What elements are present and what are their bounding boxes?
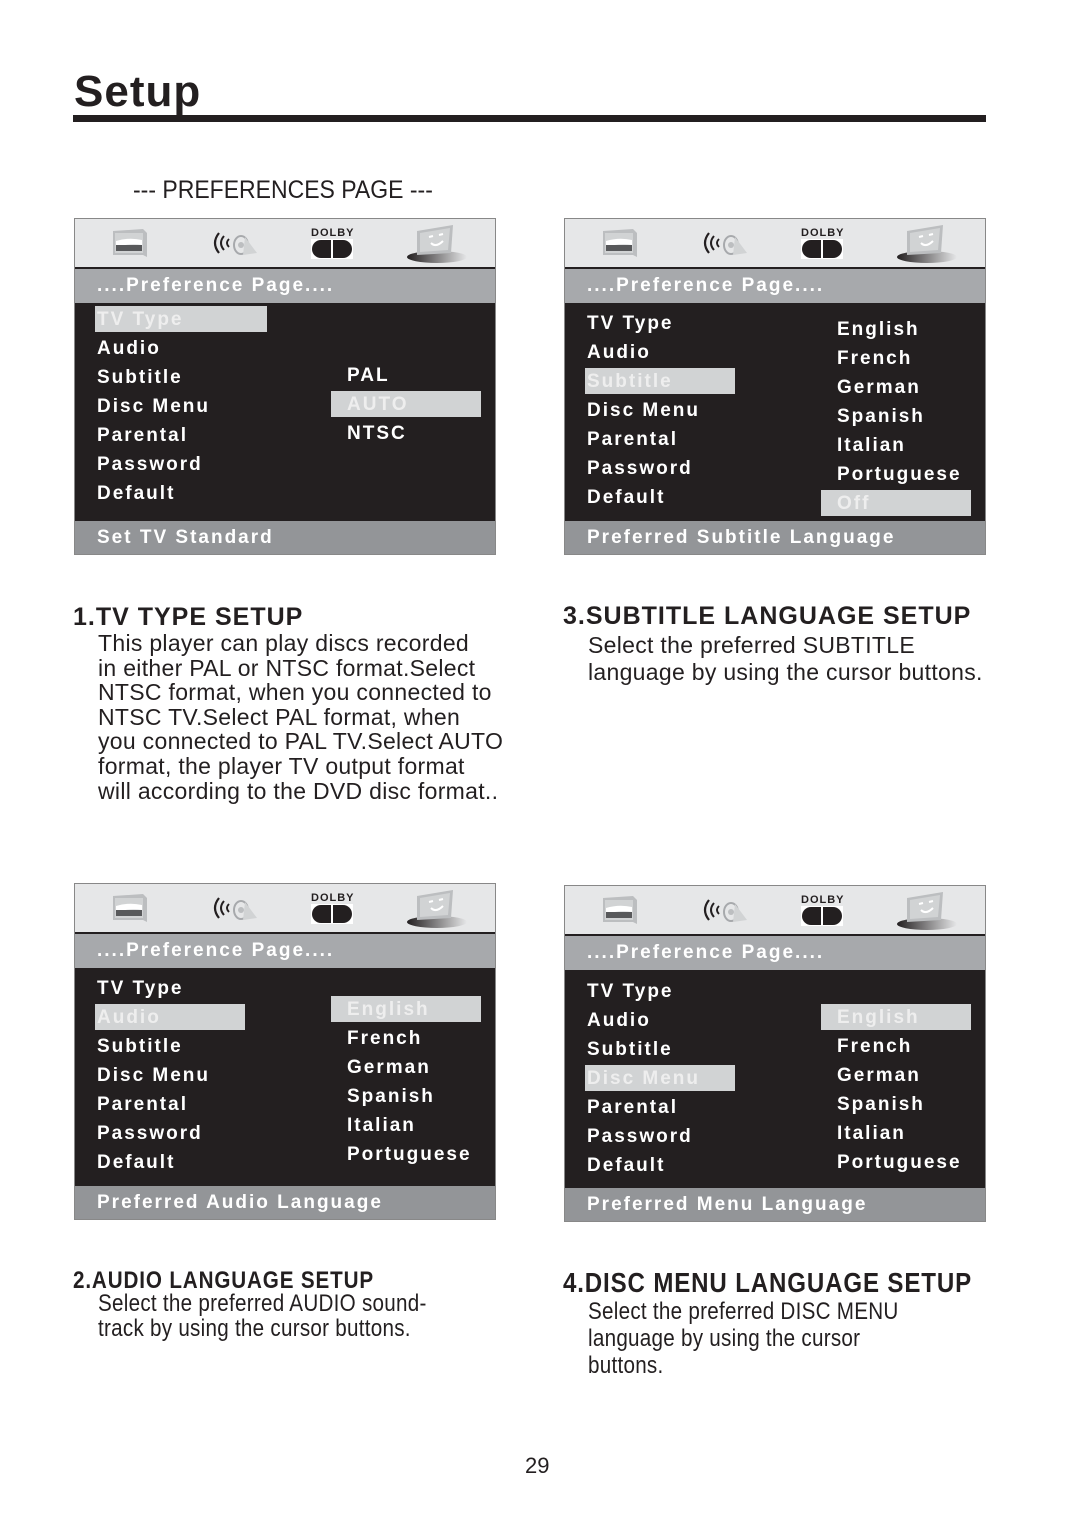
dolby-icon[interactable]: DOLBY <box>311 227 355 259</box>
option-german[interactable]: German <box>347 1055 431 1081</box>
subtitle-language-setup-heading: 3.SUBTITLE LANGUAGE SETUP <box>563 602 972 630</box>
menu-item-parental[interactable]: Parental <box>587 1095 678 1121</box>
menu-item-default[interactable]: Default <box>587 1153 665 1179</box>
menu-item-audio[interactable]: Audio <box>587 340 651 366</box>
option-english[interactable]: English <box>837 1005 920 1031</box>
preferences-monitor-icon[interactable] <box>403 223 467 270</box>
option-english[interactable]: English <box>837 317 920 343</box>
menu-item-parental[interactable]: Parental <box>587 427 678 453</box>
audio-speaker-icon[interactable] <box>699 896 751 929</box>
dolby-label: DOLBY <box>801 894 845 906</box>
menu-item-disc-menu[interactable]: Disc Menu <box>587 1066 700 1092</box>
option-portuguese[interactable]: Portuguese <box>837 462 962 488</box>
osd-title-bar: ....Preference Page.... <box>565 269 985 303</box>
option-spanish[interactable]: Spanish <box>837 1092 925 1118</box>
menu-item-tv-type[interactable]: TV Type <box>587 311 674 337</box>
tv-setup-icon[interactable] <box>111 227 151 264</box>
menu-item-parental[interactable]: Parental <box>97 423 188 449</box>
option-english[interactable]: English <box>347 997 430 1023</box>
menu-item-subtitle[interactable]: Subtitle <box>97 365 183 391</box>
osd-panel-disc-menu: DOLBY ....Preference Page.... TV Type Audio… <box>564 885 986 1222</box>
osd-status-bar: Preferred Subtitle Language <box>565 521 985 554</box>
menu-item-default[interactable]: Default <box>587 485 665 511</box>
menu-item-default[interactable]: Default <box>97 1150 175 1176</box>
dolby-icon[interactable]: DOLBY <box>311 892 355 924</box>
menu-item-audio[interactable]: Audio <box>97 1005 161 1031</box>
preferences-monitor-icon[interactable] <box>403 888 467 935</box>
osd-status-bar: Preferred Audio Language <box>75 1186 495 1219</box>
preferences-monitor-icon[interactable] <box>893 890 957 937</box>
osd-panel-subtitle: DOLBY ....Preference Page.... TV Type Audio… <box>564 218 986 555</box>
menu-item-disc-menu[interactable]: Disc Menu <box>97 394 210 420</box>
option-auto[interactable]: AUTO <box>347 392 408 418</box>
osd-icon-bar: DOLBY <box>565 219 985 269</box>
option-german[interactable]: German <box>837 375 921 401</box>
osd-panel-tv-type: DOLBY ....Preference Page.... TV Type Audio… <box>74 218 496 555</box>
menu-item-audio[interactable]: Audio <box>587 1008 651 1034</box>
option-french[interactable]: French <box>837 346 912 372</box>
audio-speaker-icon[interactable] <box>209 894 261 927</box>
menu-item-subtitle[interactable]: Subtitle <box>587 1037 673 1063</box>
dolby-icon[interactable]: DOLBY <box>801 894 845 926</box>
dolby-label: DOLBY <box>801 227 845 239</box>
tv-type-setup-heading: 1.TV TYPE SETUP <box>73 603 304 631</box>
menu-item-subtitle[interactable]: Subtitle <box>97 1034 183 1060</box>
menu-item-default[interactable]: Default <box>97 481 175 507</box>
audio-speaker-icon[interactable] <box>699 229 751 262</box>
preferences-page-heading: --- PREFERENCES PAGE --- <box>133 176 433 204</box>
option-portuguese[interactable]: Portuguese <box>837 1150 962 1176</box>
menu-item-password[interactable]: Password <box>587 1124 693 1150</box>
disc-menu-language-setup-heading: 4.DISC MENU LANGUAGE SETUP <box>563 1267 973 1298</box>
audio-speaker-icon[interactable] <box>209 229 261 262</box>
option-spanish[interactable]: Spanish <box>837 404 925 430</box>
menu-item-tv-type[interactable]: TV Type <box>97 307 184 333</box>
title-rule <box>73 115 986 122</box>
preferences-monitor-icon[interactable] <box>893 223 957 270</box>
tv-type-setup-body: This player can play discs recorded in e… <box>98 630 504 804</box>
tv-setup-icon[interactable] <box>111 892 151 929</box>
option-french[interactable]: French <box>837 1034 912 1060</box>
osd-status-bar: Set TV Standard <box>75 521 495 554</box>
page-title: Setup <box>74 67 202 116</box>
audio-language-setup-body: Select the preferred AUDIO sound- track … <box>98 1290 427 1342</box>
osd-icon-bar: DOLBY <box>565 886 985 936</box>
osd-title-bar: ....Preference Page.... <box>565 936 985 970</box>
menu-item-password[interactable]: Password <box>97 1121 203 1147</box>
option-ntsc[interactable]: NTSC <box>347 421 407 447</box>
menu-item-tv-type[interactable]: TV Type <box>587 979 674 1005</box>
menu-item-subtitle[interactable]: Subtitle <box>587 369 673 395</box>
menu-item-parental[interactable]: Parental <box>97 1092 188 1118</box>
menu-item-audio[interactable]: Audio <box>97 336 161 362</box>
menu-item-password[interactable]: Password <box>587 456 693 482</box>
option-german[interactable]: German <box>837 1063 921 1089</box>
subtitle-language-setup-body: Select the preferred SUBTITLE language b… <box>588 632 983 685</box>
page-number: 29 <box>525 1453 550 1478</box>
option-italian[interactable]: Italian <box>837 1121 906 1147</box>
osd-status-bar: Preferred Menu Language <box>565 1188 985 1221</box>
tv-setup-icon[interactable] <box>601 894 641 931</box>
osd-panel-audio: DOLBY ....Preference Page.... TV Type Audio… <box>74 883 496 1220</box>
menu-item-disc-menu[interactable]: Disc Menu <box>587 398 700 424</box>
option-italian[interactable]: Italian <box>837 433 906 459</box>
dolby-label: DOLBY <box>311 227 355 239</box>
osd-title-bar: ....Preference Page.... <box>75 269 495 303</box>
disc-menu-language-setup-body: Select the preferred DISC MENU language … <box>588 1298 899 1379</box>
dolby-icon[interactable]: DOLBY <box>801 227 845 259</box>
osd-icon-bar: DOLBY <box>75 219 495 269</box>
option-pal[interactable]: PAL <box>347 363 390 389</box>
menu-item-tv-type[interactable]: TV Type <box>97 976 184 1002</box>
option-spanish[interactable]: Spanish <box>347 1084 435 1110</box>
dolby-label: DOLBY <box>311 892 355 904</box>
option-french[interactable]: French <box>347 1026 422 1052</box>
tv-setup-icon[interactable] <box>601 227 641 264</box>
option-portuguese[interactable]: Portuguese <box>347 1142 472 1168</box>
menu-item-disc-menu[interactable]: Disc Menu <box>97 1063 210 1089</box>
menu-item-password[interactable]: Password <box>97 452 203 478</box>
osd-icon-bar: DOLBY <box>75 884 495 934</box>
option-off[interactable]: Off <box>837 491 870 517</box>
option-italian[interactable]: Italian <box>347 1113 416 1139</box>
osd-title-bar: ....Preference Page.... <box>75 934 495 968</box>
